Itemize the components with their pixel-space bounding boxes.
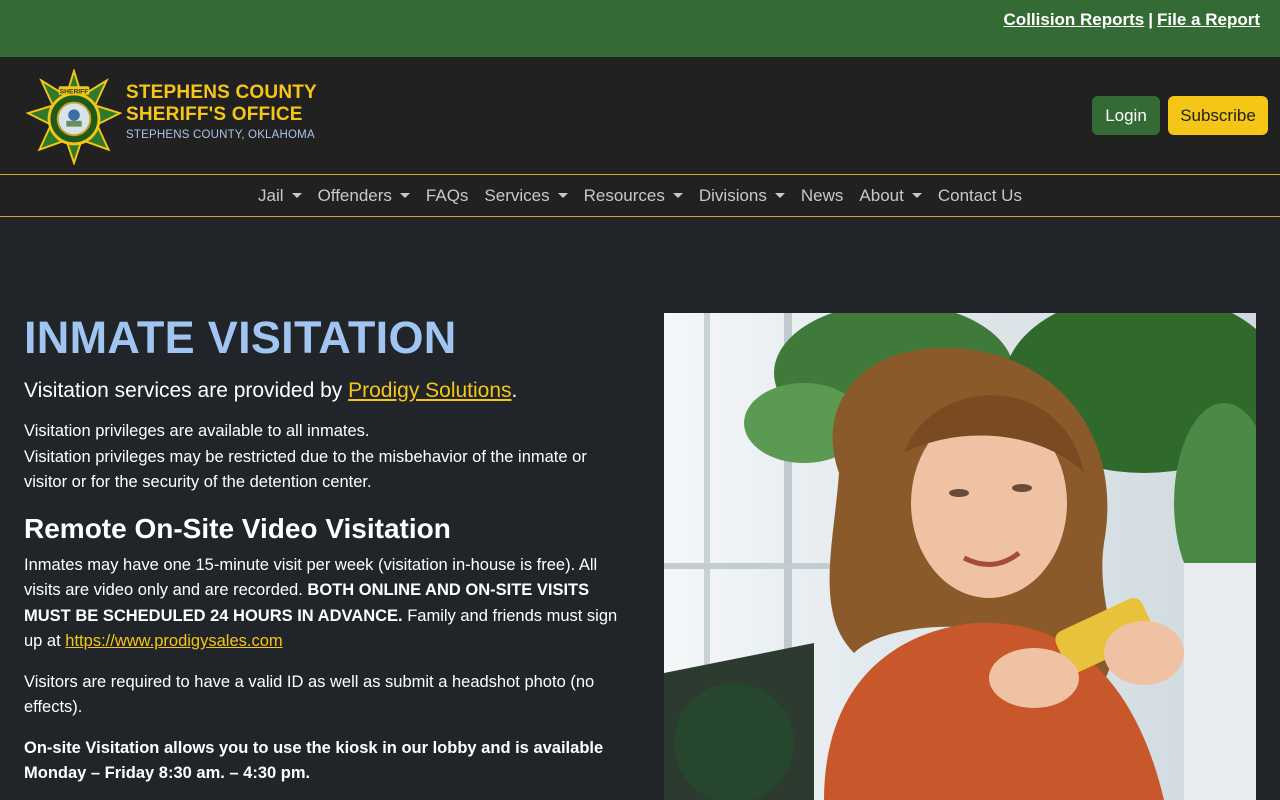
page-title: INMATE VISITATION [24, 312, 457, 363]
top-links: Collision Reports | File a Report [1004, 10, 1260, 30]
nav-item-news[interactable]: News [793, 186, 852, 206]
caret-down-icon [291, 193, 302, 198]
nav-item-jail[interactable]: Jail [250, 186, 310, 206]
brand-line-2: SHERIFF'S OFFICE [126, 104, 303, 125]
lead-paragraph: Visitation services are provided by Prod… [24, 376, 624, 406]
caret-down-icon [774, 193, 785, 198]
visitation-photo [664, 313, 1256, 800]
file-report-link[interactable]: File a Report [1157, 10, 1260, 29]
link-separator: | [1148, 10, 1154, 29]
woman-with-phone-image [664, 313, 1256, 800]
nav-label: News [800, 185, 844, 205]
onsite-hours-line-2: Monday – Friday 8:30 am. – 4:30 pm. [24, 764, 311, 782]
caret-down-icon [672, 193, 683, 198]
brand-line-3: STEPHENS COUNTY, OKLAHOMA [126, 129, 315, 141]
nav-item-offenders[interactable]: Offenders [310, 186, 418, 206]
nav-label: Resources [583, 185, 665, 205]
nav-item-services[interactable]: Services [476, 186, 575, 206]
privileges-paragraph: Visitation privileges are available to a… [24, 419, 624, 496]
site-header: SHERIFF STEPHENS COUNTY SHERIFF'S OFFICE… [0, 57, 1280, 174]
subscribe-button[interactable]: Subscribe [1168, 96, 1268, 135]
caret-down-icon [557, 193, 568, 198]
nav-item-about[interactable]: About [851, 186, 929, 206]
nav-label: Offenders [317, 185, 392, 205]
badge-text: SHERIFF [60, 88, 89, 95]
sheriff-star-badge-icon[interactable]: SHERIFF [26, 69, 122, 165]
section-heading: Remote On-Site Video Visitation [24, 512, 451, 544]
lead-end: . [511, 379, 518, 402]
nav-item-contact[interactable]: Contact Us [930, 186, 1030, 206]
caret-down-icon [399, 193, 410, 198]
onsite-hours-paragraph: On-site Visitation allows you to use the… [24, 736, 624, 787]
main-nav: Jail Offenders FAQs Services Resources D… [0, 174, 1280, 217]
nav-label: FAQs [425, 185, 469, 205]
collision-reports-link[interactable]: Collision Reports [1004, 10, 1145, 29]
lead-text: Visitation services are provided by [24, 379, 349, 402]
nav-item-resources[interactable]: Resources [576, 186, 691, 206]
top-bar: Collision Reports | File a Report [0, 0, 1280, 57]
nav-label: Jail [258, 185, 284, 205]
brand-block[interactable]: STEPHENS COUNTY SHERIFF'S OFFICE STEPHEN… [126, 82, 317, 141]
prodigy-sales-link[interactable]: https://www.prodigysales.com [65, 632, 282, 650]
nav-item-divisions[interactable]: Divisions [691, 186, 793, 206]
id-requirement-paragraph: Visitors are required to have a valid ID… [24, 672, 595, 717]
nav-label: Divisions [698, 185, 767, 205]
privileges-line-1: Visitation privileges are available to a… [24, 422, 370, 440]
onsite-hours-line-1: On-site Visitation allows you to use the… [24, 738, 604, 757]
main-content: INMATE VISITATION Visitation services ar… [24, 310, 624, 787]
nav-item-faqs[interactable]: FAQs [418, 186, 477, 206]
login-button[interactable]: Login [1092, 96, 1160, 135]
nav-label: Contact Us [937, 185, 1022, 205]
privileges-line-2: Visitation privileges may be restricted … [24, 447, 587, 492]
nav-label: About [859, 185, 904, 205]
visit-rules-paragraph: Inmates may have one 15-minute visit per… [24, 553, 624, 655]
prodigy-solutions-link[interactable]: Prodigy Solutions [348, 379, 511, 402]
caret-down-icon [911, 193, 922, 198]
brand-line-1: STEPHENS COUNTY [126, 82, 317, 103]
nav-label: Services [484, 185, 550, 205]
